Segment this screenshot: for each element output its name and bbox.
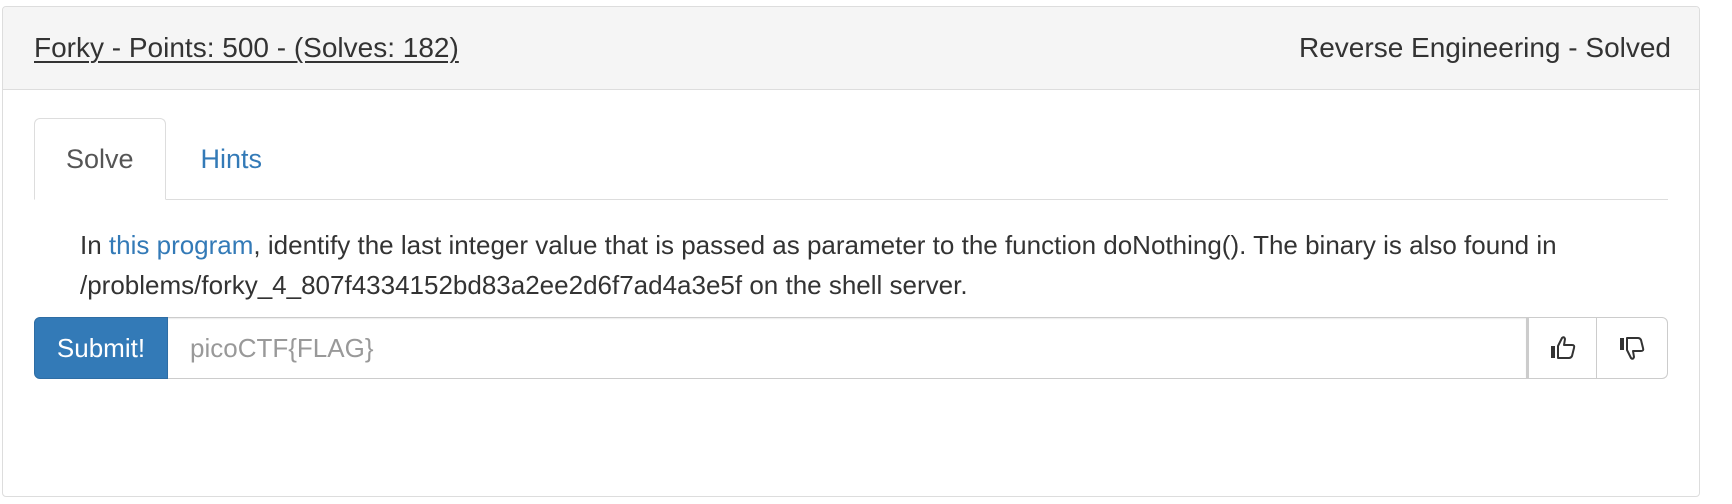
downvote-button[interactable]	[1597, 317, 1668, 379]
problem-tabs: Solve Hints	[34, 118, 1668, 200]
description-prefix: In	[80, 230, 109, 260]
tab-hints[interactable]: Hints	[166, 118, 298, 200]
thumbs-down-icon	[1620, 337, 1645, 360]
problem-body: Solve Hints In this program, identify th…	[3, 90, 1699, 379]
problem-description: In this program, identify the last integ…	[34, 200, 1668, 305]
tab-solve[interactable]: Solve	[34, 118, 166, 200]
submit-button[interactable]: Submit!	[34, 317, 168, 379]
flag-submit-group: Submit!	[34, 317, 1668, 379]
upvote-button[interactable]	[1526, 317, 1597, 379]
program-link[interactable]: this program	[109, 230, 254, 260]
problem-panel: Forky - Points: 500 - (Solves: 182) Reve…	[2, 6, 1700, 497]
thumbs-up-icon	[1550, 336, 1575, 359]
problem-title[interactable]: Forky - Points: 500 - (Solves: 182)	[34, 32, 459, 64]
description-suffix: , identify the last integer value that i…	[80, 230, 1557, 300]
flag-input[interactable]	[168, 317, 1526, 379]
problem-category-status: Reverse Engineering - Solved	[1299, 32, 1671, 63]
problem-header[interactable]: Forky - Points: 500 - (Solves: 182) Reve…	[3, 7, 1699, 90]
